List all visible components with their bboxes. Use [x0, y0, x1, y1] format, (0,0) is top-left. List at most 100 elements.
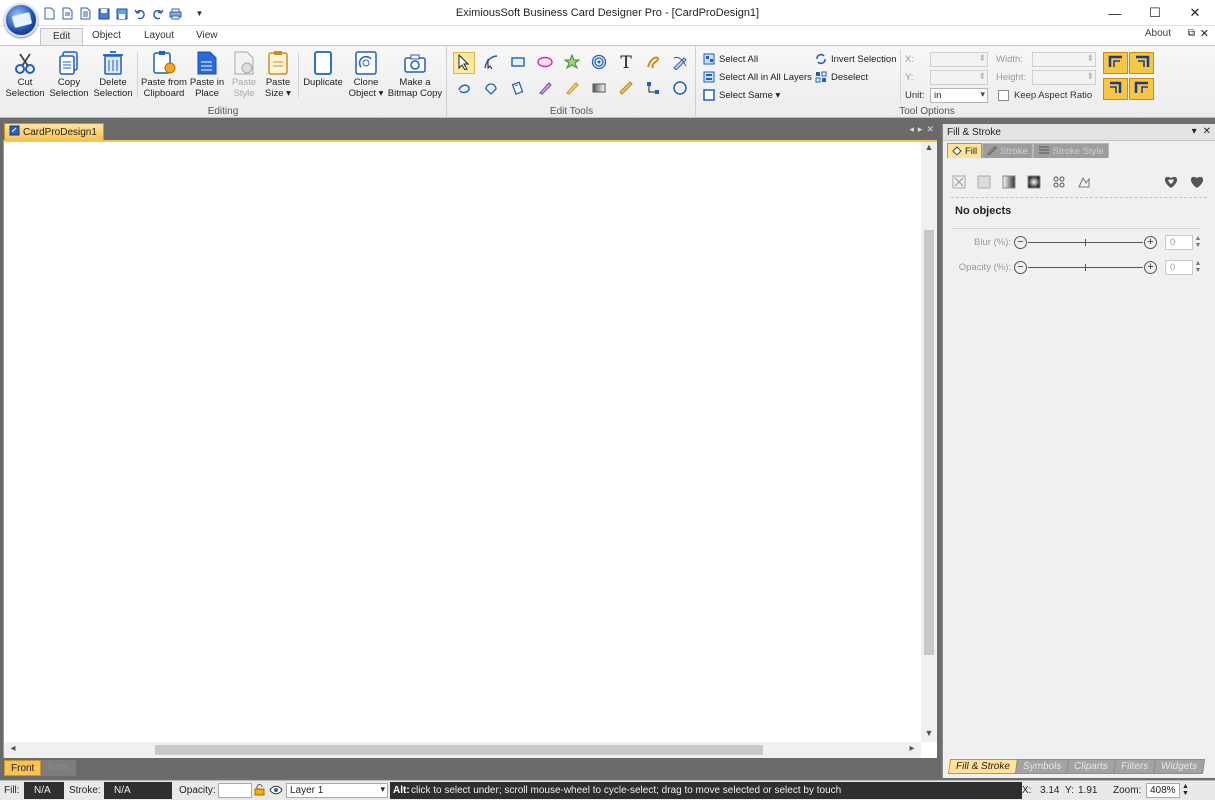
- document-close-icon[interactable]: ✕: [926, 124, 934, 135]
- unit-select[interactable]: in: [930, 88, 988, 103]
- spiral-tool[interactable]: [588, 52, 610, 74]
- delete-selection-button[interactable]: Delete Selection: [92, 50, 134, 99]
- tab-fill[interactable]: Fill: [947, 143, 983, 158]
- panel-menu-icon[interactable]: ▾: [1192, 126, 1197, 137]
- eye-icon[interactable]: [269, 784, 283, 799]
- select-all-button[interactable]: Select All: [703, 53, 758, 65]
- scroll-down-icon[interactable]: ▼: [921, 728, 937, 742]
- close-doc-icon[interactable]: ✕: [1200, 27, 1209, 40]
- scroll-up-icon[interactable]: ▲: [921, 142, 937, 156]
- paste-style-button[interactable]: Paste Style: [227, 50, 261, 99]
- x-input[interactable]: [930, 52, 988, 67]
- opacity-value-input[interactable]: 0: [1165, 260, 1193, 275]
- tab-stroke-style[interactable]: Stroke Style: [1032, 143, 1109, 158]
- cut-selection-button[interactable]: Cut Selection: [4, 50, 46, 99]
- unset-paint-icon[interactable]: [1076, 174, 1092, 190]
- horizontal-scrollbar[interactable]: ◂ ▸: [4, 742, 921, 758]
- paste-from-clipboard-button[interactable]: Paste from Clipboard: [140, 50, 188, 99]
- opacity-status-input[interactable]: [218, 783, 252, 798]
- width-input[interactable]: [1032, 52, 1096, 67]
- opacity-spinner-icon[interactable]: ▲ ▼: [1193, 260, 1203, 275]
- tab-fill-and-stroke[interactable]: Fill & Stroke: [947, 759, 1018, 774]
- pattern-icon[interactable]: [1051, 174, 1067, 190]
- page-tab-front[interactable]: Front: [4, 760, 42, 776]
- lock-icon[interactable]: [254, 784, 265, 799]
- tab-view[interactable]: View: [184, 28, 230, 45]
- tab-edit[interactable]: Edit: [40, 28, 84, 45]
- tab-filters[interactable]: Filters: [1113, 759, 1157, 774]
- align-bottom-right-button[interactable]: [1129, 78, 1154, 100]
- tab-stroke[interactable]: Stroke: [982, 143, 1033, 158]
- measure-tool[interactable]: [615, 78, 637, 100]
- blur-increase-icon[interactable]: +: [1144, 236, 1157, 249]
- tab-symbols[interactable]: Symbols: [1014, 759, 1070, 774]
- circle-path-tool[interactable]: [669, 78, 691, 100]
- zoom-spinner-icon[interactable]: ▲ ▼: [1182, 783, 1189, 797]
- pen-tool[interactable]: [669, 52, 691, 74]
- opacity-increase-icon[interactable]: +: [1144, 261, 1157, 274]
- linear-gradient-icon[interactable]: [1001, 174, 1017, 190]
- rectangle-tool[interactable]: [507, 52, 529, 74]
- select-same-dropdown[interactable]: Select Same ▾: [703, 89, 780, 101]
- scroll-left-icon[interactable]: ◂: [6, 743, 20, 754]
- clone-object-button[interactable]: Clone Object ▾: [346, 50, 386, 99]
- layer-select[interactable]: Layer 1 ▾: [286, 783, 388, 798]
- opacity-decrease-icon[interactable]: −: [1014, 261, 1027, 274]
- deselect-button[interactable]: Deselect: [815, 71, 868, 83]
- tab-scroll-right-icon[interactable]: ▸: [918, 124, 923, 135]
- tab-scroll-left-icon[interactable]: ◂: [909, 124, 914, 135]
- blur-value-input[interactable]: 0: [1165, 235, 1193, 250]
- make-bitmap-copy-button[interactable]: Make a Bitmap Copy: [386, 50, 444, 99]
- node-tool[interactable]: [480, 52, 502, 74]
- tab-cliparts[interactable]: Cliparts: [1066, 759, 1117, 774]
- select-tool[interactable]: [453, 52, 475, 74]
- close-button[interactable]: ✕: [1175, 0, 1215, 26]
- radial-gradient-icon[interactable]: [1026, 174, 1042, 190]
- fill-rule-evenodd-icon[interactable]: [1163, 174, 1179, 192]
- tab-object[interactable]: Object: [80, 28, 133, 45]
- scroll-right-icon[interactable]: ▸: [905, 743, 919, 754]
- select-all-layers-button[interactable]: Select All in All Layers: [703, 71, 812, 83]
- spray-tool[interactable]: [480, 78, 502, 100]
- fill-rule-nonzero-icon[interactable]: [1189, 174, 1205, 192]
- align-top-right-button[interactable]: [1129, 52, 1154, 74]
- gradient-tool[interactable]: [588, 78, 610, 100]
- connector-tool[interactable]: [642, 78, 664, 100]
- panel-close-icon[interactable]: ✕: [1203, 126, 1211, 137]
- maximize-button[interactable]: ☐: [1135, 0, 1175, 26]
- page-tab-back[interactable]: Back: [41, 760, 76, 776]
- no-paint-icon[interactable]: [951, 174, 967, 190]
- vertical-scroll-thumb[interactable]: [924, 230, 934, 655]
- tab-widgets[interactable]: Widgets: [1153, 759, 1206, 774]
- minimize-button[interactable]: —: [1095, 0, 1135, 26]
- calligraphy-tool[interactable]: [642, 52, 664, 74]
- duplicate-button[interactable]: Duplicate: [300, 50, 346, 89]
- y-input[interactable]: [930, 70, 988, 85]
- horizontal-scroll-thumb[interactable]: [155, 745, 763, 755]
- tweak-tool[interactable]: [453, 78, 475, 100]
- text-tool[interactable]: T: [615, 52, 637, 74]
- align-top-left-button[interactable]: [1103, 52, 1128, 74]
- ellipse-tool[interactable]: [534, 52, 556, 74]
- paste-in-place-button[interactable]: Paste in Place: [188, 50, 226, 99]
- star-tool[interactable]: [561, 52, 583, 74]
- pencil-tool[interactable]: [534, 78, 556, 100]
- tab-layout[interactable]: Layout: [132, 28, 186, 45]
- align-bottom-left-button[interactable]: [1103, 78, 1128, 100]
- about-link[interactable]: About: [1145, 28, 1171, 39]
- blur-decrease-icon[interactable]: −: [1014, 236, 1027, 249]
- application-menu-orb[interactable]: [4, 3, 38, 37]
- restore-doc-icon[interactable]: ⧉: [1188, 28, 1195, 39]
- blur-spinner-icon[interactable]: ▲ ▼: [1193, 235, 1203, 250]
- zoom-input[interactable]: 408%: [1146, 783, 1180, 798]
- height-input[interactable]: [1032, 70, 1096, 85]
- flat-color-icon[interactable]: [976, 174, 992, 190]
- design-canvas[interactable]: [4, 142, 921, 742]
- invert-selection-button[interactable]: Invert Selection: [815, 53, 896, 65]
- keep-aspect-checkbox[interactable]: [998, 90, 1009, 101]
- eraser-tool[interactable]: [507, 78, 529, 100]
- bucket-tool[interactable]: [561, 78, 583, 100]
- copy-selection-button[interactable]: Copy Selection: [47, 50, 91, 99]
- paste-size-button[interactable]: Paste Size ▾: [261, 50, 295, 99]
- document-tab[interactable]: CardProDesign1: [4, 123, 104, 140]
